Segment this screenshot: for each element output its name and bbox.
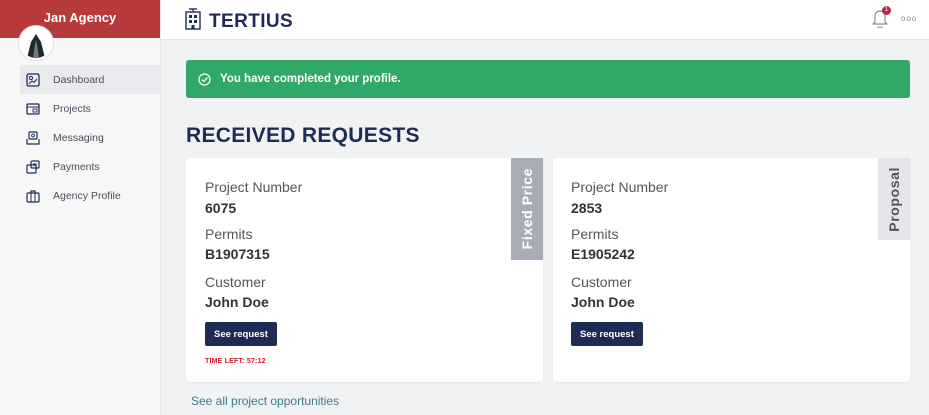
sidebar-item-projects[interactable]: Projects — [20, 94, 160, 123]
brand-logo[interactable]: TERTIUS — [183, 8, 293, 35]
sidebar-nav: Dashboard Projects Messaging Payments Ag… — [20, 65, 160, 210]
project-number-label: Project Number — [205, 179, 303, 195]
sidebar-item-messaging[interactable]: Messaging — [20, 123, 160, 152]
sidebar-item-payments[interactable]: Payments — [20, 152, 160, 181]
agency-name: Jan Agency — [43, 10, 117, 25]
payments-icon — [26, 159, 40, 174]
sidebar: Jan Agency Dashboard Projects Messaging — [0, 0, 161, 415]
see-request-button[interactable]: See request — [571, 322, 643, 346]
pricing-type-label: Fixed Price — [519, 168, 535, 250]
project-number-value: 2853 — [571, 200, 603, 216]
customer-label: Customer — [571, 274, 632, 290]
brand-name: TERTIUS — [209, 10, 294, 32]
messaging-icon — [26, 130, 40, 145]
pricing-type-tag: Fixed Price — [511, 158, 543, 260]
see-request-button[interactable]: See request — [205, 322, 277, 346]
customer-value: John Doe — [571, 294, 635, 310]
request-card: Project Number 2853 Permits E1905242 Cus… — [553, 158, 910, 382]
agency-profile-icon — [26, 189, 40, 203]
request-card: Project Number 6075 Permits B1907315 Cus… — [186, 158, 543, 382]
project-number-label: Project Number — [571, 179, 669, 195]
permits-label: Permits — [205, 226, 253, 242]
banner-message: You have completed your profile. — [220, 73, 401, 85]
bell-icon — [871, 10, 889, 32]
notifications-button[interactable]: 1 — [871, 6, 891, 32]
sidebar-item-agency-profile[interactable]: Agency Profile — [20, 181, 160, 210]
customer-value: John Doe — [205, 294, 269, 310]
dashboard-icon — [26, 72, 40, 87]
sidebar-item-label: Payments — [53, 160, 100, 173]
pricing-type-tag: Proposal — [878, 158, 910, 240]
top-bar: TERTIUS 1 ooo — [161, 0, 929, 40]
permits-label: Permits — [571, 226, 619, 242]
permits-value: B1907315 — [205, 246, 270, 262]
projects-icon — [26, 102, 40, 116]
pricing-type-label: Proposal — [886, 166, 902, 232]
permits-value: E1905242 — [571, 246, 635, 262]
see-all-opportunities-link[interactable]: See all project opportunities — [191, 394, 339, 408]
project-number-value: 6075 — [205, 200, 237, 216]
check-circle-icon — [198, 72, 211, 86]
notification-badge: 1 — [882, 6, 891, 15]
customer-label: Customer — [205, 274, 266, 290]
sidebar-item-label: Messaging — [53, 131, 104, 144]
building-icon — [183, 8, 203, 35]
more-menu-button[interactable]: ooo — [901, 14, 917, 23]
sidebar-item-label: Projects — [53, 102, 91, 115]
avatar[interactable] — [19, 26, 53, 60]
sidebar-item-label: Agency Profile — [53, 189, 121, 202]
success-banner: You have completed your profile. — [186, 60, 910, 98]
sidebar-item-label: Dashboard — [53, 73, 105, 86]
time-left-label: TIME LEFT: 57:12 — [205, 358, 266, 365]
page-title: RECEIVED REQUESTS — [186, 124, 420, 147]
sidebar-item-dashboard[interactable]: Dashboard — [20, 65, 160, 94]
